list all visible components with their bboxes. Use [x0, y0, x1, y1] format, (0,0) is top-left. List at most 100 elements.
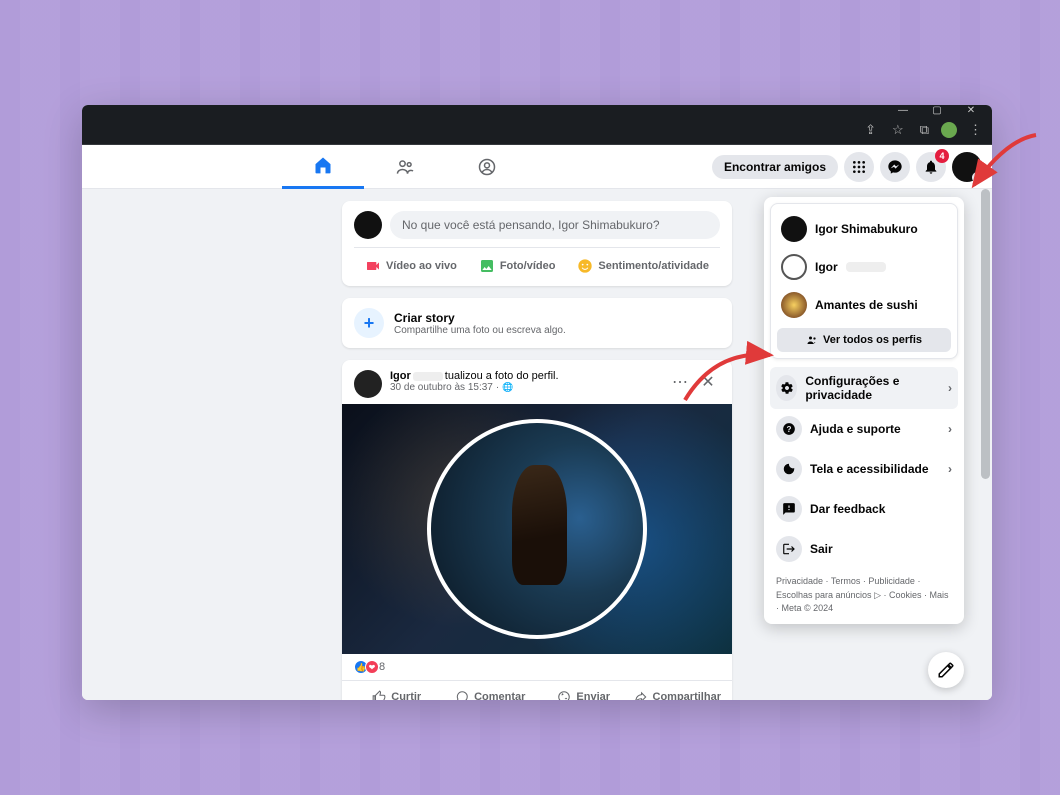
- extensions-icon[interactable]: ⧉: [916, 120, 933, 140]
- groups-icon: [477, 157, 497, 177]
- post-reactions-summary[interactable]: 👍 ❤ 8: [342, 654, 732, 680]
- post-close-button[interactable]: ✕: [696, 370, 720, 394]
- app-header: Encontrar amigos 4 ⌄: [82, 145, 992, 189]
- browser-menu-icon[interactable]: ⋮: [965, 120, 986, 140]
- gear-icon: [776, 375, 797, 401]
- nav-home-tab[interactable]: [282, 145, 364, 189]
- notification-badge: 4: [935, 149, 949, 163]
- profile-row-page[interactable]: Amantes de sushi: [777, 286, 951, 324]
- see-all-profiles-button[interactable]: Ver todos os perfis: [777, 328, 951, 352]
- live-video-label: Vídeo ao vivo: [386, 260, 457, 272]
- menu-grid-button[interactable]: [844, 152, 874, 182]
- chevron-right-icon: ›: [948, 422, 952, 436]
- bookmark-icon[interactable]: ☆: [888, 120, 908, 140]
- browser-toolbar: ⇪ ☆ ⧉ ⋮: [82, 115, 992, 145]
- messenger-icon: [887, 159, 903, 175]
- live-video-button[interactable]: Vídeo ao vivo: [357, 252, 465, 280]
- share-button[interactable]: Compartilhar: [631, 684, 725, 700]
- people-icon: [806, 334, 818, 346]
- nav-friends-tab[interactable]: [364, 145, 446, 189]
- browser-window: ― ▢ ✕ ⇪ ☆ ⧉ ⋮ Encontrar amigos: [82, 105, 992, 700]
- see-all-label: Ver todos os perfis: [823, 334, 922, 346]
- plus-icon: +: [354, 308, 384, 338]
- like-label: Curtir: [391, 691, 421, 700]
- scrollbar-thumb[interactable]: [981, 189, 990, 479]
- settings-label: Configurações e privacidade: [805, 374, 940, 402]
- profile-alt-label: Igor: [815, 260, 838, 274]
- home-icon: [313, 155, 333, 175]
- footer-terms[interactable]: Termos: [831, 576, 861, 586]
- find-friends-button[interactable]: Encontrar amigos: [712, 155, 838, 179]
- blurred-text: [846, 262, 886, 272]
- menu-help-support[interactable]: ? Ajuda e suporte ›: [770, 409, 958, 449]
- help-label: Ajuda e suporte: [810, 422, 901, 436]
- account-menu-button[interactable]: ⌄: [952, 152, 982, 182]
- scrollbar-track: [981, 189, 991, 700]
- reaction-icons: 👍 ❤: [354, 660, 376, 674]
- nav-tabs: [282, 145, 528, 189]
- photo-video-label: Foto/vídeo: [500, 260, 556, 272]
- display-label: Tela e acessibilidade: [810, 462, 929, 476]
- messenger-button[interactable]: [880, 152, 910, 182]
- send-label: Enviar: [576, 691, 610, 700]
- menu-logout[interactable]: Sair: [770, 529, 958, 569]
- menu-settings-privacy[interactable]: Configurações e privacidade ›: [770, 367, 958, 409]
- send-button[interactable]: Enviar: [537, 684, 631, 700]
- header-actions: Encontrar amigos 4 ⌄: [712, 152, 992, 182]
- moon-icon: [776, 456, 802, 482]
- post-top-actions: ⋯ ✕: [668, 370, 720, 394]
- post-more-button[interactable]: ⋯: [668, 370, 692, 394]
- composer-input[interactable]: No que você está pensando, Igor Shimabuk…: [390, 211, 720, 239]
- profile-page-label: Amantes de sushi: [815, 298, 918, 312]
- profile-row-alt[interactable]: Igor: [777, 248, 951, 286]
- thumb-icon: [372, 690, 386, 700]
- footer-privacy[interactable]: Privacidade: [776, 576, 823, 586]
- photo-video-button[interactable]: Foto/vídeo: [471, 252, 564, 280]
- share-label: Compartilhar: [653, 691, 721, 700]
- account-dropdown: Igor Shimabukuro Igor Amantes de sushi V…: [764, 197, 964, 624]
- story-title: Criar story: [394, 311, 566, 325]
- compose-fab[interactable]: [928, 652, 964, 688]
- menu-feedback[interactable]: Dar feedback: [770, 489, 958, 529]
- footer-ads[interactable]: Publicidade: [868, 576, 915, 586]
- grid-icon: [851, 159, 867, 175]
- comment-icon: [455, 690, 469, 700]
- post-action-bar: Curtir Comentar Enviar Compartilhar: [342, 680, 732, 700]
- footer-cookies[interactable]: Cookies: [889, 590, 922, 600]
- profile-row-main[interactable]: Igor Shimabukuro: [777, 210, 951, 248]
- post-image[interactable]: [342, 404, 732, 654]
- menu-display-accessibility[interactable]: Tela e acessibilidade ›: [770, 449, 958, 489]
- chevron-down-icon: ⌄: [972, 172, 983, 183]
- post-meta: Igortualizou a foto do perfil. 30 de out…: [390, 370, 559, 393]
- story-texts: Criar story Compartilhe uma foto ou escr…: [394, 311, 566, 336]
- share-icon: [634, 690, 648, 700]
- avatar[interactable]: [354, 370, 382, 398]
- globe-icon: 🌐: [502, 382, 513, 393]
- create-story-card[interactable]: + Criar story Compartilhe uma foto ou es…: [342, 298, 732, 348]
- footer-choices[interactable]: Escolhas para anúncios: [776, 590, 872, 600]
- reaction-count: 8: [379, 661, 385, 673]
- composer-card: No que você está pensando, Igor Shimabuk…: [342, 201, 732, 286]
- profile-photo: [427, 419, 647, 639]
- avatar: [781, 254, 807, 280]
- comment-button[interactable]: Comentar: [444, 684, 538, 700]
- profile-switcher-card: Igor Shimabukuro Igor Amantes de sushi V…: [770, 203, 958, 359]
- feeling-button[interactable]: Sentimento/atividade: [569, 252, 717, 280]
- window-titlebar: ― ▢ ✕: [82, 105, 992, 115]
- story-subtitle: Compartilhe uma foto ou escreva algo.: [394, 325, 566, 336]
- footer-more[interactable]: Mais: [930, 590, 949, 600]
- avatar: [781, 292, 807, 318]
- profile-chip[interactable]: [941, 122, 957, 138]
- share-icon[interactable]: ⇪: [861, 120, 880, 140]
- photo-icon: [479, 258, 495, 274]
- nav-groups-tab[interactable]: [446, 145, 528, 189]
- like-button[interactable]: Curtir: [350, 684, 444, 700]
- notifications-button[interactable]: 4: [916, 152, 946, 182]
- question-icon: ?: [776, 416, 802, 442]
- avatar[interactable]: [354, 211, 382, 239]
- feedback-label: Dar feedback: [810, 502, 885, 516]
- post-headline: Igortualizou a foto do perfil.: [390, 370, 559, 382]
- feeling-label: Sentimento/atividade: [598, 260, 709, 272]
- whatsapp-icon: [557, 690, 571, 700]
- svg-text:?: ?: [787, 425, 792, 434]
